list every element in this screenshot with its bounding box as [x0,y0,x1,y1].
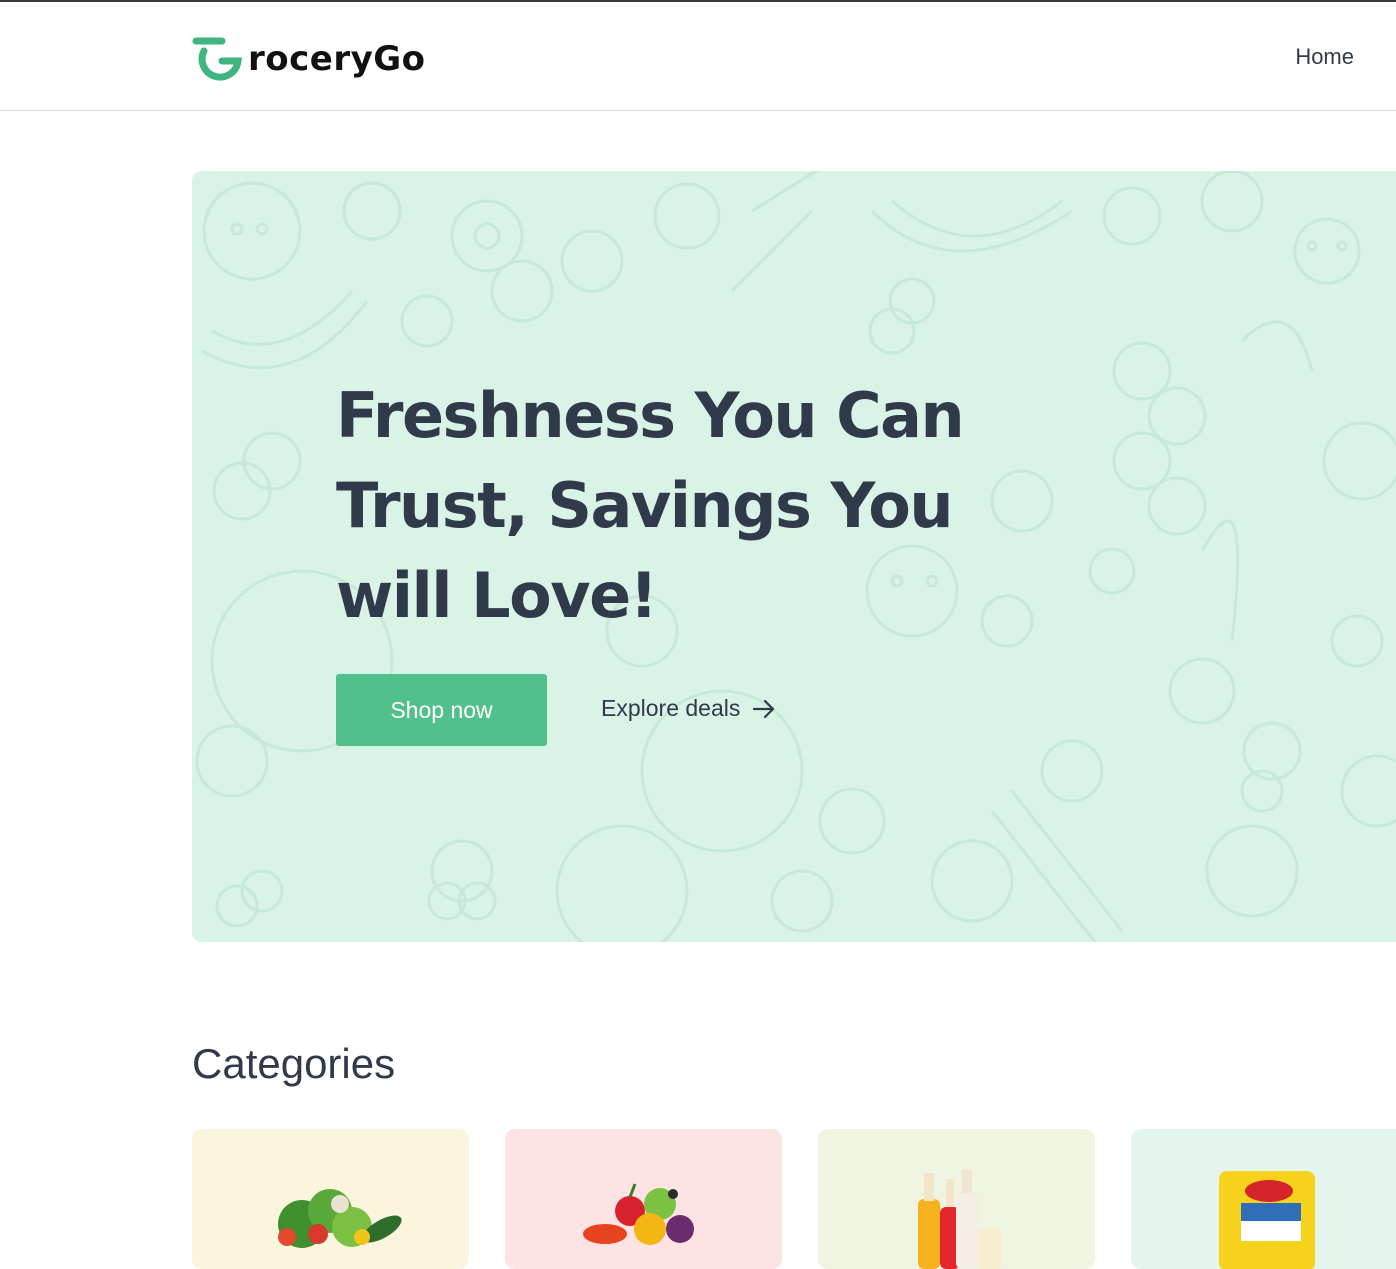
category-card-instant-food[interactable] [1131,1129,1396,1269]
logo-g-icon [192,37,242,81]
explore-deals-label: Explore deals [601,695,741,721]
instant-noodles-image [1219,1171,1315,1269]
hero-banner: Freshness You Can Trust, Savings You wil… [192,171,1396,942]
shop-now-button[interactable]: Shop now [336,674,547,746]
categories-heading: Categories [192,1040,396,1087]
category-card-beverages[interactable] [818,1129,1095,1269]
logo[interactable]: roceryGo [192,34,426,82]
fruits-image [583,1183,694,1245]
nav-home-link[interactable]: Home [1295,44,1354,70]
explore-deals-link[interactable]: Explore deals [601,695,776,722]
category-card-vegetables[interactable] [192,1129,469,1269]
site-header: roceryGo Home [0,2,1396,111]
logo-text: roceryGo [248,39,426,79]
category-card-fruits[interactable] [505,1129,782,1269]
beverages-image [918,1169,1002,1269]
arrow-right-icon [753,699,775,718]
hero-title: Freshness You Can Trust, Savings You wil… [336,379,965,632]
vegetables-image [278,1189,402,1248]
